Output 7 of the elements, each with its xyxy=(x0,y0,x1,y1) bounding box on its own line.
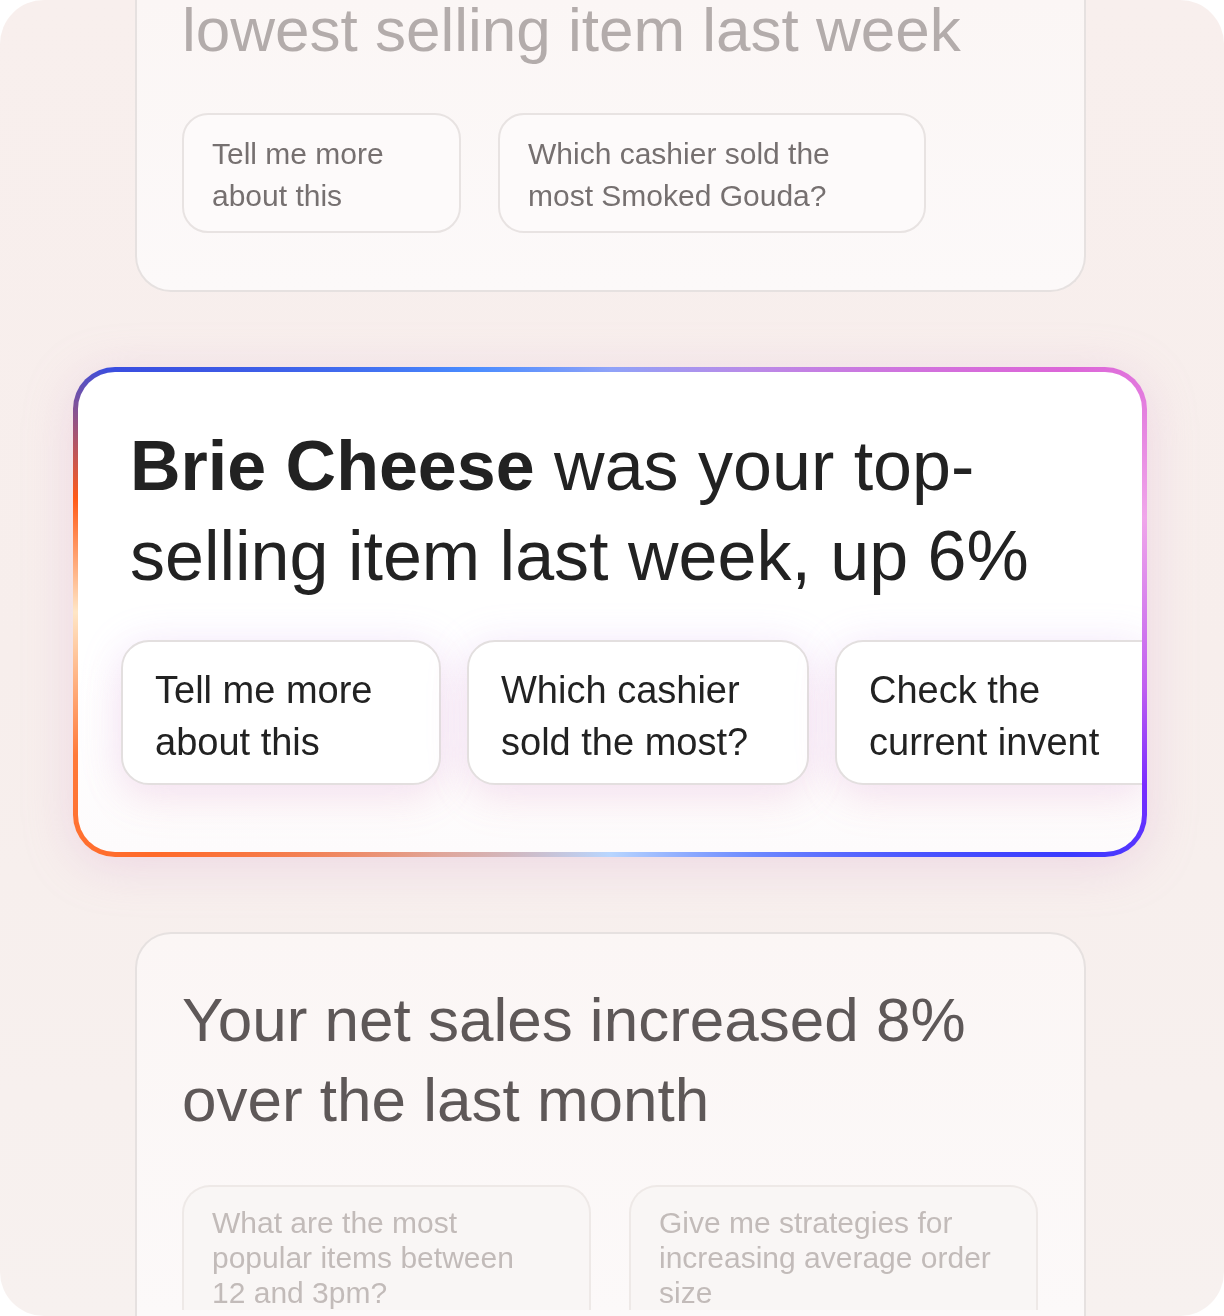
suggestion-chip[interactable]: Tell me more about this xyxy=(182,113,461,233)
suggestion-chip[interactable]: Which cashier sold the most Smoked Gouda? xyxy=(498,113,926,233)
suggestion-chip[interactable]: Tell me more about this xyxy=(121,640,441,785)
insight-title: Your net sales increased 8% over the last month xyxy=(182,984,967,1136)
suggestion-chip[interactable]: Check the current invent xyxy=(835,640,1142,785)
insight-title: Brie Cheese was your top-selling item last week, up 6% xyxy=(129,426,1030,597)
suggestion-chip[interactable]: Which cashier sold the most? xyxy=(467,640,809,785)
